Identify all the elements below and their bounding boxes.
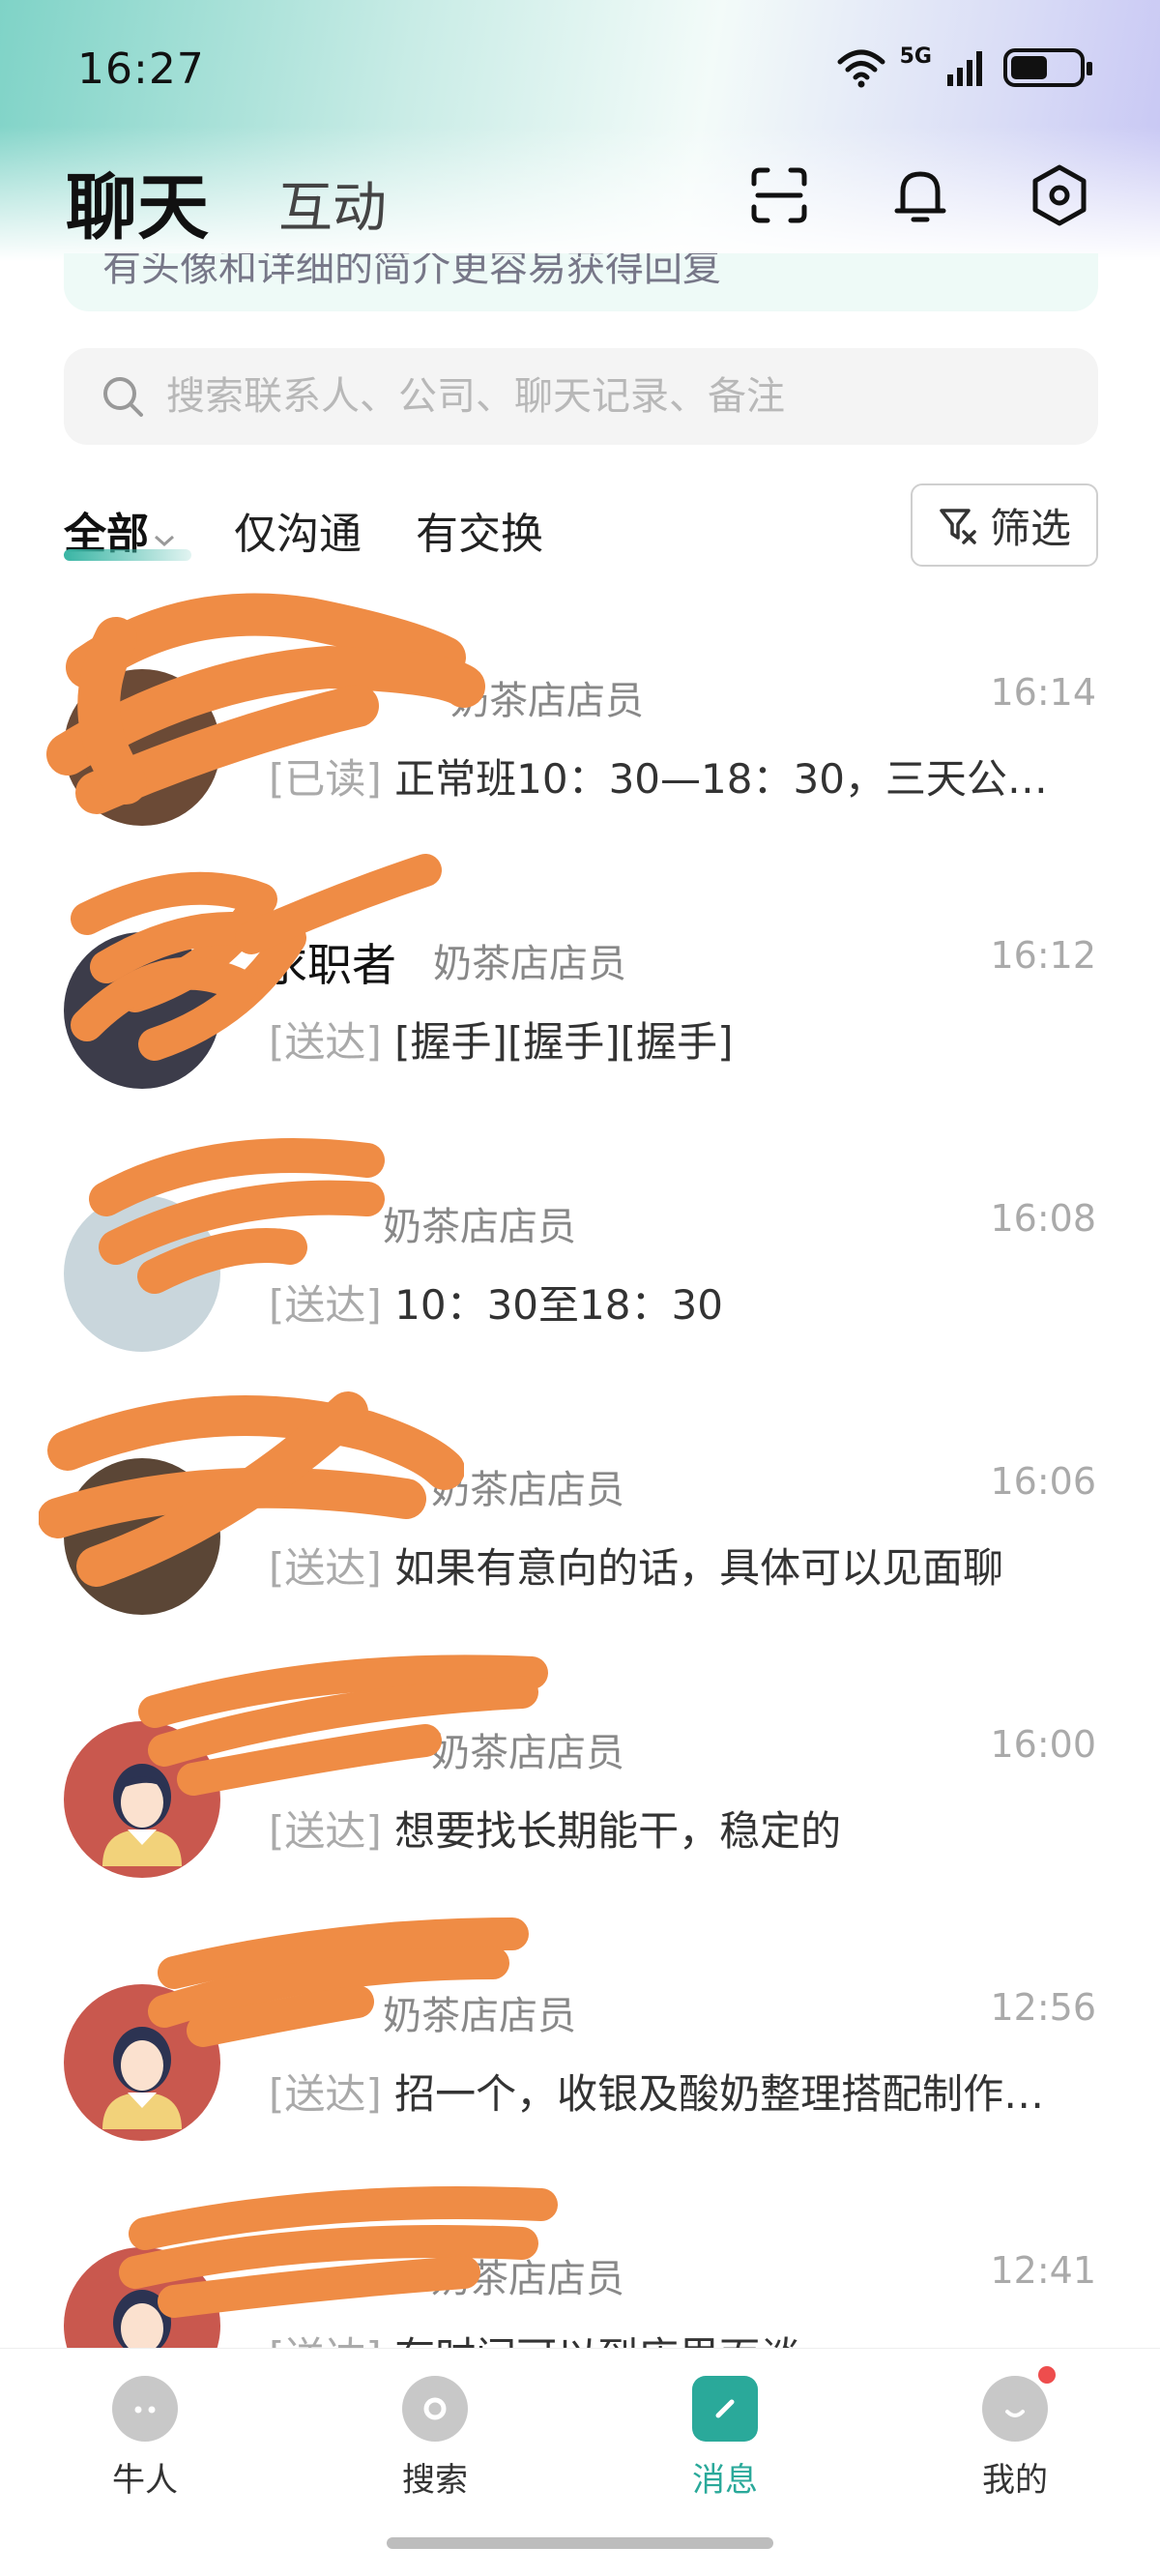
home-indicator[interactable] — [387, 2537, 773, 2549]
chat-item[interactable]: 奶茶店店员 16:06 [送达] 如果有意向的话，具体可以见面聊 — [0, 1381, 1160, 1644]
nav-label-talent: 牛人 — [112, 2461, 178, 2500]
chat-time: 16:08 — [990, 1197, 1096, 1240]
chat-role: 奶茶店店员 — [433, 942, 626, 986]
filter-button[interactable]: 筛选 — [911, 483, 1098, 567]
filter-tab-exchanged[interactable]: 有交换 — [416, 499, 543, 561]
message-text: 如果有意向的话，具体可以见面聊 — [394, 1544, 1004, 1592]
search-nav-icon — [402, 2376, 468, 2442]
read-status: [送达] — [269, 1807, 382, 1855]
chat-role: 奶茶店店员 — [383, 1994, 576, 2038]
avatar — [64, 2247, 220, 2352]
chat-role: 奶茶店店员 — [431, 2257, 624, 2301]
chat-time: 16:00 — [990, 1723, 1096, 1766]
nav-item-messages[interactable]: 消息 — [648, 2376, 802, 2501]
active-tab-indicator — [64, 549, 191, 561]
tab-chat[interactable]: 聊天 — [66, 150, 209, 253]
chat-time: 16:14 — [990, 671, 1096, 714]
chat-role: 奶茶店店员 — [450, 679, 644, 723]
filter-button-label: 筛选 — [989, 504, 1071, 552]
read-status: [送达] — [269, 1281, 382, 1329]
chat-role: 奶茶店店员 — [431, 1468, 624, 1512]
filter-tabs: 全部 仅沟通 有交换 筛选 — [64, 483, 1098, 571]
chat-item[interactable]: 奶茶店店员 12:56 [送达] 招一个，收银及酸奶整理搭配制作… — [0, 1907, 1160, 2170]
chat-time: 16:06 — [990, 1460, 1096, 1503]
avatar — [64, 1458, 220, 1615]
default-avatar-female-icon — [113, 2290, 171, 2352]
message-text: 招一个，收银及酸奶整理搭配制作… — [394, 2070, 1045, 2118]
default-avatar-female-icon — [102, 1764, 182, 1866]
chat-item[interactable]: 奶茶店店员 16:00 [送达] 想要找长期能干，稳定的 — [0, 1644, 1160, 1907]
tip-banner[interactable]: 有头像和详细的简介更容易获得回复 — [64, 253, 1098, 311]
nav-label-messages: 消息 — [692, 2461, 758, 2500]
filter-icon — [940, 509, 976, 544]
battery-icon — [1003, 48, 1092, 87]
chat-item[interactable]: 奶茶店店员 12:41 [送达] 有时间可以到店里面谈 — [0, 2170, 1160, 2352]
message-text: 10：30至18：30 — [394, 1281, 723, 1329]
message-text: [握手][握手][握手] — [394, 1018, 734, 1066]
search-bar[interactable] — [64, 348, 1098, 445]
app-header: 聊天 互动 — [0, 145, 1160, 249]
scan-icon[interactable] — [740, 157, 818, 234]
tab-interact[interactable]: 互动 — [278, 164, 387, 243]
wifi-icon — [837, 49, 885, 88]
nav-label-search: 搜索 — [402, 2461, 468, 2500]
chat-preview: [已读] 正常班10：30—18：30，三天公… — [269, 746, 1061, 805]
message-icon — [692, 2376, 758, 2442]
chat-name: 求职者 — [263, 939, 396, 991]
read-status: [送达] — [269, 1018, 382, 1066]
message-text: 正常班10：30—18：30，三天公… — [394, 755, 1048, 803]
chat-role: 奶茶店店员 — [383, 1205, 576, 1249]
default-avatar-female-icon — [102, 2027, 182, 2129]
nav-label-me: 我的 — [982, 2461, 1048, 2500]
read-status: [已读] — [269, 755, 382, 803]
avatar — [64, 669, 220, 826]
chat-item[interactable]: 求职者 奶茶店店员 16:12 [送达] [握手][握手][握手] — [0, 855, 1160, 1118]
avatar — [64, 1721, 220, 1878]
read-status: [送达] — [269, 2070, 382, 2118]
signal-icon — [947, 51, 982, 86]
network-label: 5G — [899, 44, 932, 69]
bell-icon[interactable] — [882, 157, 959, 234]
nav-item-me[interactable]: 我的 — [938, 2366, 1092, 2501]
chat-list: 奶茶店店员 16:14 [已读] 正常班10：30—18：30，三天公… 求职者… — [0, 592, 1160, 2352]
nav-item-talent[interactable]: 牛人 — [68, 2376, 222, 2501]
status-bar: 16:27 5G — [0, 0, 1160, 135]
chat-preview: [送达] 想要找长期能干，稳定的 — [269, 1799, 1061, 1858]
filter-tab-chat-only[interactable]: 仅沟通 — [234, 499, 362, 561]
read-status: [送达] — [269, 1544, 382, 1592]
settings-icon[interactable] — [1021, 157, 1098, 234]
nav-item-search[interactable]: 搜索 — [358, 2376, 512, 2501]
chat-item[interactable]: 奶茶店店员 16:14 [已读] 正常班10：30—18：30，三天公… — [0, 592, 1160, 855]
avatar — [64, 932, 220, 1089]
chat-preview: [送达] 10：30至18：30 — [269, 1273, 1061, 1332]
chat-time: 12:56 — [990, 1986, 1096, 2029]
chevron-down-icon — [155, 535, 174, 547]
notification-dot — [1038, 2366, 1056, 2384]
message-text: 想要找长期能干，稳定的 — [394, 1807, 842, 1855]
status-time: 16:27 — [77, 44, 205, 94]
avatar — [64, 1984, 220, 2141]
talent-icon — [112, 2376, 178, 2442]
tip-banner-text: 有头像和详细的简介更容易获得回复 — [102, 253, 721, 290]
avatar — [64, 1195, 220, 1352]
chat-preview: [送达] 如果有意向的话，具体可以见面聊 — [269, 1536, 1061, 1595]
chat-preview: [送达] 招一个，收银及酸奶整理搭配制作… — [269, 2062, 1061, 2121]
chat-time: 16:12 — [990, 934, 1096, 977]
status-icons: 5G — [836, 44, 1092, 89]
chat-time: 12:41 — [990, 2249, 1096, 2292]
profile-icon — [982, 2366, 1056, 2442]
search-input[interactable] — [166, 374, 1098, 419]
chat-item[interactable]: 奶茶店店员 16:08 [送达] 10：30至18：30 — [0, 1118, 1160, 1381]
chat-role: 奶茶店店员 — [431, 1731, 624, 1775]
chat-preview: [送达] [握手][握手][握手] — [269, 1010, 1061, 1068]
search-icon — [103, 377, 143, 417]
